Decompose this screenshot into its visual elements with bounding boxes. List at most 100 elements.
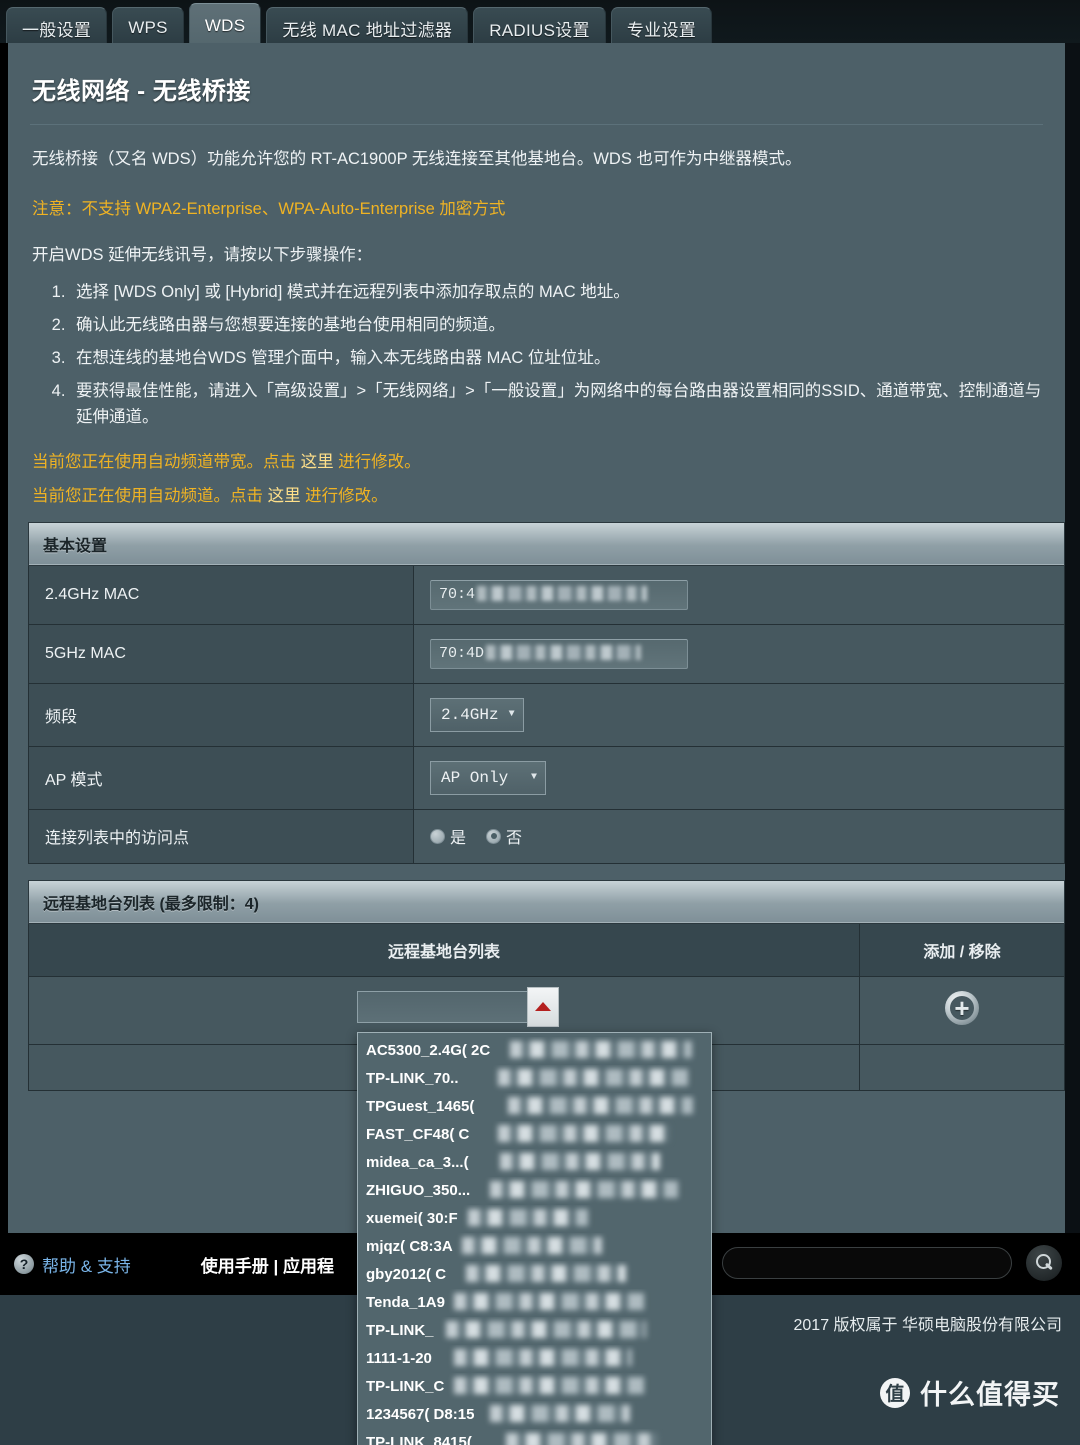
- ap-dropdown-item[interactable]: TP-LINK_70..: [358, 1065, 711, 1093]
- ap-dropdown-item-label: mjqz( C8:3A: [366, 1237, 453, 1255]
- remote-ap-empty-add-cell: [859, 1043, 1065, 1091]
- page-description-block: 无线桥接（又名 WDS）功能允许您的 RT-AC1900P 无线连接至其他基地台…: [26, 147, 1047, 173]
- redacted-mac: [454, 1292, 644, 1310]
- ap-dropdown-item[interactable]: AC5300_2.4G( 2C: [358, 1037, 711, 1065]
- redacted-mac: [500, 1152, 660, 1170]
- watermark-text: 什么值得买: [920, 1380, 1060, 1410]
- ap-dropdown-item[interactable]: ZHIGUO_350...: [358, 1177, 711, 1205]
- watermark-logo-icon: 值: [880, 1377, 910, 1408]
- col-add-remove: 添加 / 移除: [859, 922, 1065, 977]
- help-support-link[interactable]: ? 帮助 & 支持: [14, 1252, 131, 1277]
- redacted-mac: [462, 1236, 602, 1254]
- mac24-field[interactable]: 70:4: [430, 579, 688, 610]
- redacted-mac: [508, 1096, 693, 1114]
- ap-mode-select[interactable]: AP Only ▼: [430, 760, 546, 795]
- tab-general[interactable]: 一般设置: [6, 7, 108, 48]
- bandwidth-notice-link[interactable]: 这里: [301, 453, 334, 471]
- bandwidth-notice: 当前您正在使用自动频道带宽。点击 这里 进行修改。: [26, 448, 1047, 472]
- mac24-value: 70:4: [439, 585, 476, 603]
- radio-yes-label: 是: [450, 830, 467, 848]
- tab-wps[interactable]: WPS: [112, 7, 184, 48]
- tab-professional[interactable]: 专业设置: [610, 7, 713, 48]
- redacted-mac: [454, 1376, 644, 1394]
- triangle-up-icon: [535, 1002, 551, 1012]
- panel-right-border: [1065, 43, 1080, 1233]
- mac5-field[interactable]: 70:4D: [430, 638, 688, 669]
- mac5-label: 5GHz MAC: [28, 623, 414, 684]
- ap-dropdown-item-label: TP-LINK_8415(: [366, 1433, 472, 1445]
- band-cell: 2.4GHz ▼: [413, 682, 1065, 747]
- step-item: 在想连线的基地台WDS 管理介面中，输入本无线路由器 MAC 位址位址。: [70, 345, 1047, 371]
- radio-no-dot: [486, 828, 502, 844]
- page-description: 无线桥接（又名 WDS）功能允许您的 RT-AC1900P 无线连接至其他基地台…: [32, 150, 802, 168]
- radio-no-label: 否: [506, 830, 523, 848]
- dropdown-toggle-button[interactable]: [527, 986, 559, 1027]
- encryption-notice: 注意：不支持 WPA2-Enterprise、WPA-Auto-Enterpri…: [32, 199, 506, 218]
- remote-ap-input[interactable]: [357, 990, 545, 1023]
- col-remote-ap-list: 远程基地台列表: [28, 922, 860, 977]
- redacted-mac: [498, 1068, 688, 1086]
- manual-link[interactable]: 使用手册 | 应用程: [201, 1257, 334, 1276]
- ap-dropdown-item-label: TPGuest_1465(: [366, 1097, 475, 1115]
- plus-circle-icon[interactable]: [945, 990, 979, 1025]
- redacted-mac: [468, 1208, 588, 1226]
- step-item: 选择 [WDS Only] 或 [Hybrid] 模式并在远程列表中添加存取点的…: [70, 279, 1047, 305]
- help-support-label: 帮助 & 支持: [42, 1256, 131, 1276]
- channel-notice-link[interactable]: 这里: [268, 487, 301, 505]
- connect-list-label: 连接列表中的访问点: [28, 808, 414, 864]
- copyright-text: 2017 版权属于 华硕电脑股份有限公司: [793, 1317, 1063, 1334]
- tab-label: WPS: [128, 18, 168, 37]
- redacted-mac: [506, 1432, 658, 1445]
- footer-links: 使用手册 | 应用程: [201, 1252, 334, 1277]
- ap-dropdown-item[interactable]: gby2012( C: [358, 1261, 711, 1289]
- redacted-mac: [510, 1040, 692, 1058]
- redacted-mac: [454, 1348, 632, 1366]
- question-mark-icon: ?: [14, 1254, 34, 1274]
- redacted-mac: [446, 1320, 646, 1338]
- tab-wds[interactable]: WDS: [188, 3, 262, 48]
- tab-mac-filter[interactable]: 无线 MAC 地址过滤器: [266, 7, 469, 48]
- basic-settings-header: 基本设置: [28, 521, 1065, 566]
- tab-radius[interactable]: RADIUS设置: [473, 7, 606, 48]
- ap-dropdown-item[interactable]: mjqz( C8:3A: [358, 1233, 711, 1261]
- ap-dropdown-item[interactable]: midea_ca_3...(: [358, 1149, 711, 1177]
- steps-intro: 开启WDS 延伸无线讯号，请按以下步骤操作：: [32, 245, 373, 264]
- steps-list: 选择 [WDS Only] 或 [Hybrid] 模式并在远程列表中添加存取点的…: [70, 279, 1047, 430]
- mac24-redacted: [477, 586, 648, 602]
- band-select[interactable]: 2.4GHz ▼: [430, 697, 524, 732]
- radio-no[interactable]: 否: [486, 824, 522, 848]
- remote-ap-combo: AC5300_2.4G( 2C TP-LINK_70.. TPGuest_1465(…: [357, 986, 712, 1445]
- ap-dropdown-item[interactable]: TPGuest_1465(: [358, 1093, 711, 1121]
- redacted-mac: [466, 1264, 626, 1282]
- remote-ap-header: 远程基地台列表 (最多限制：4): [28, 879, 1065, 924]
- band-value: 2.4GHz: [441, 705, 499, 724]
- mac5-redacted: [486, 645, 642, 661]
- mac24-label: 2.4GHz MAC: [28, 564, 414, 625]
- search-input[interactable]: [723, 1248, 1011, 1278]
- ap-mode-value: AP Only: [441, 768, 509, 787]
- chevron-down-icon: ▼: [530, 772, 537, 784]
- remote-ap-add-cell: [859, 975, 1065, 1045]
- ap-dropdown-list[interactable]: AC5300_2.4G( 2C TP-LINK_70.. TPGuest_1465(…: [357, 1031, 712, 1445]
- ap-dropdown-item[interactable]: 1234567( D8:15: [358, 1401, 711, 1429]
- connect-list-cell: 是 否: [413, 808, 1065, 864]
- ap-dropdown-item-label: TP-LINK_C: [366, 1377, 445, 1395]
- remote-ap-table: 远程基地台列表 (最多限制：4) 远程基地台列表 添加 / 移除 AC5300_…: [28, 879, 1065, 1445]
- table-row: 频段 2.4GHz ▼: [28, 682, 1065, 747]
- table-row: 5GHz MAC 70:4D: [28, 623, 1065, 684]
- radio-yes[interactable]: 是: [430, 824, 466, 848]
- bandwidth-notice-suffix: 进行修改。: [333, 452, 421, 471]
- ap-dropdown-item[interactable]: 1111-1-20: [358, 1345, 711, 1373]
- ap-dropdown-item[interactable]: TP-LINK_8415(: [358, 1429, 711, 1445]
- tab-label: RADIUS设置: [489, 20, 590, 40]
- magnifier-icon: [1034, 1253, 1054, 1273]
- ap-dropdown-item[interactable]: xuemei( 30:F: [358, 1205, 711, 1233]
- ap-dropdown-item[interactable]: Tenda_1A9: [358, 1289, 711, 1317]
- ap-dropdown-item[interactable]: TP-LINK_: [358, 1317, 711, 1345]
- ap-dropdown-item[interactable]: FAST_CF48( C: [358, 1121, 711, 1149]
- step-item: 确认此无线路由器与您想要连接的基地台使用相同的频道。: [70, 312, 1047, 338]
- ap-dropdown-item[interactable]: TP-LINK_C: [358, 1373, 711, 1401]
- search-button[interactable]: [1026, 1245, 1062, 1281]
- footer-search-box[interactable]: [722, 1247, 1012, 1279]
- tab-label: 无线 MAC 地址过滤器: [282, 20, 453, 40]
